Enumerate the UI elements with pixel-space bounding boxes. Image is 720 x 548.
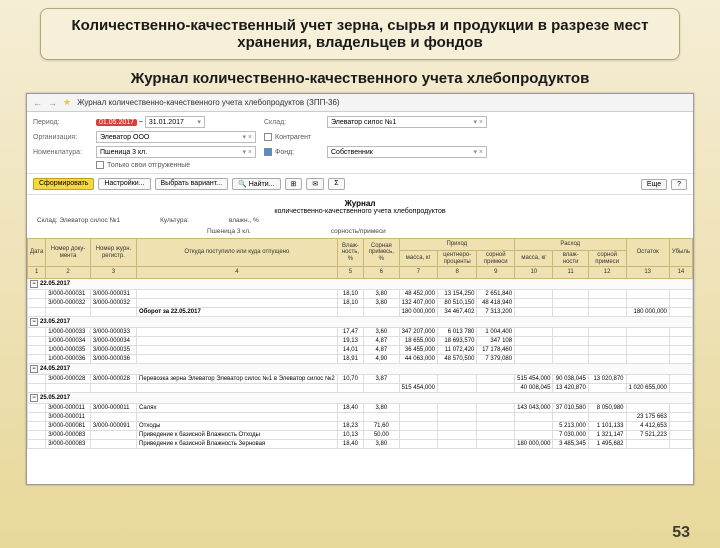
- table-row: 3/000-0000113/000-000011Салях18,403,8014…: [28, 404, 693, 413]
- table-row: −23.05.2017: [28, 317, 693, 328]
- report-meta2: Пшеница 3 кл. сорность/примеси: [27, 227, 693, 238]
- window-toolbar: ← → ★ Журнал количественно-качественного…: [27, 94, 693, 112]
- report-subtitle-text: количественно-качественного учета хлебоп…: [27, 208, 693, 215]
- report-meta: Склад: Элеватор силос №1 Культура: влажн…: [27, 216, 693, 227]
- report-title-text: Журнал: [27, 199, 693, 208]
- period-from-input[interactable]: 01.05.2017: [96, 119, 137, 126]
- sklad-label: Склад:: [264, 119, 319, 126]
- table-row: −22.05.2017: [28, 279, 693, 290]
- org-input[interactable]: Элеватор ООО▾ ×: [96, 131, 256, 143]
- org-label: Организация:: [33, 134, 88, 141]
- kontragent-checkbox[interactable]: Контрагент: [264, 133, 319, 141]
- find-button[interactable]: 🔍 Найти...: [232, 178, 280, 190]
- table-row: 3/000-0000283/000-000028Перевозка зерна …: [28, 375, 693, 384]
- table-row: Оборот за 22.05.2017180 000,00034 467,40…: [28, 308, 693, 317]
- report-header: Журнал количественно-качественного учета…: [27, 195, 693, 216]
- table-row: 3/000-0000813/000-000091Отходы18,2371,60…: [28, 422, 693, 431]
- table-row: 1/000-0000343/000-00003419,134,8718 655,…: [28, 337, 693, 346]
- table-row: 3/000-0000323/000-00003218,103,80132 407…: [28, 299, 693, 308]
- form-button[interactable]: Сформировать: [33, 178, 94, 190]
- filter-panel: Период: 01.05.2017 – 31.01.2017▾ Склад: …: [27, 112, 693, 174]
- table-row: 1/000-0000363/000-00003618,914,9044 063,…: [28, 355, 693, 364]
- table-row: 515 454,00040 008,04513 420,8701 020 655…: [28, 384, 693, 393]
- settings-button[interactable]: Настройки...: [98, 178, 150, 190]
- table-icon[interactable]: ⊞: [285, 178, 303, 190]
- nomen-input[interactable]: Пшеница 3 кл.▾ ×: [96, 146, 256, 158]
- mail-icon[interactable]: ✉: [306, 178, 324, 190]
- slide-title: Количественно-качественный учет зерна, с…: [40, 8, 680, 60]
- table-row: 3/000-00001123 175 663: [28, 413, 693, 422]
- table-body: −22.05.20173/000-0000313/000-00003118,10…: [28, 279, 693, 449]
- fond-checkbox[interactable]: Фонд:: [264, 148, 319, 156]
- slide-subtitle: Журнал количественно-качественного учета…: [0, 70, 720, 87]
- action-toolbar: Сформировать Настройки... Выбрать вариан…: [27, 174, 693, 195]
- table-header: Дата Номер доку-мента Номер журн. регист…: [28, 239, 693, 279]
- favorite-icon[interactable]: ★: [63, 97, 71, 108]
- nomen-label: Номенклатура:: [33, 149, 88, 156]
- page-number: 53: [672, 524, 690, 542]
- table-row: 1/000-0000333/000-00003317,473,60347 207…: [28, 328, 693, 337]
- nav-fwd-icon[interactable]: →: [48, 98, 57, 108]
- table-row: 3/000-0000313/000-00003118,103,8048 452,…: [28, 290, 693, 299]
- table-row: 3/000-000083Приведение к базисной Влажно…: [28, 440, 693, 449]
- more-button[interactable]: Еще: [641, 179, 667, 190]
- variant-button[interactable]: Выбрать вариант...: [155, 178, 229, 190]
- table-row: −24.05.2017: [28, 364, 693, 375]
- period-label: Период:: [33, 119, 88, 126]
- fond-input[interactable]: Собственник▾ ×: [327, 146, 487, 158]
- sklad-input[interactable]: Элеватор силос №1▾ ×: [327, 116, 487, 128]
- app-screenshot: ← → ★ Журнал количественно-качественного…: [26, 93, 694, 485]
- slide-title-text: Количественно-качественный учет зерна, с…: [72, 17, 649, 51]
- period-to-input[interactable]: 31.01.2017▾: [145, 116, 205, 128]
- period-inputs: 01.05.2017 – 31.01.2017▾: [96, 116, 256, 128]
- chart-icon[interactable]: Σ: [328, 178, 344, 190]
- document-title: Журнал количественно-качественного учета…: [77, 98, 339, 107]
- help-button[interactable]: ?: [671, 179, 687, 190]
- nav-back-icon[interactable]: ←: [33, 98, 42, 108]
- table-row: −25.05.2017: [28, 393, 693, 404]
- only-shipped-checkbox[interactable]: Только свои отгруженные: [96, 161, 256, 169]
- table-row: 1/000-0000353/000-00003514,014,8736 455,…: [28, 346, 693, 355]
- report-table: Дата Номер доку-мента Номер журн. регист…: [27, 238, 693, 449]
- table-row: 3/000-000083Приведение к базисной Влажно…: [28, 431, 693, 440]
